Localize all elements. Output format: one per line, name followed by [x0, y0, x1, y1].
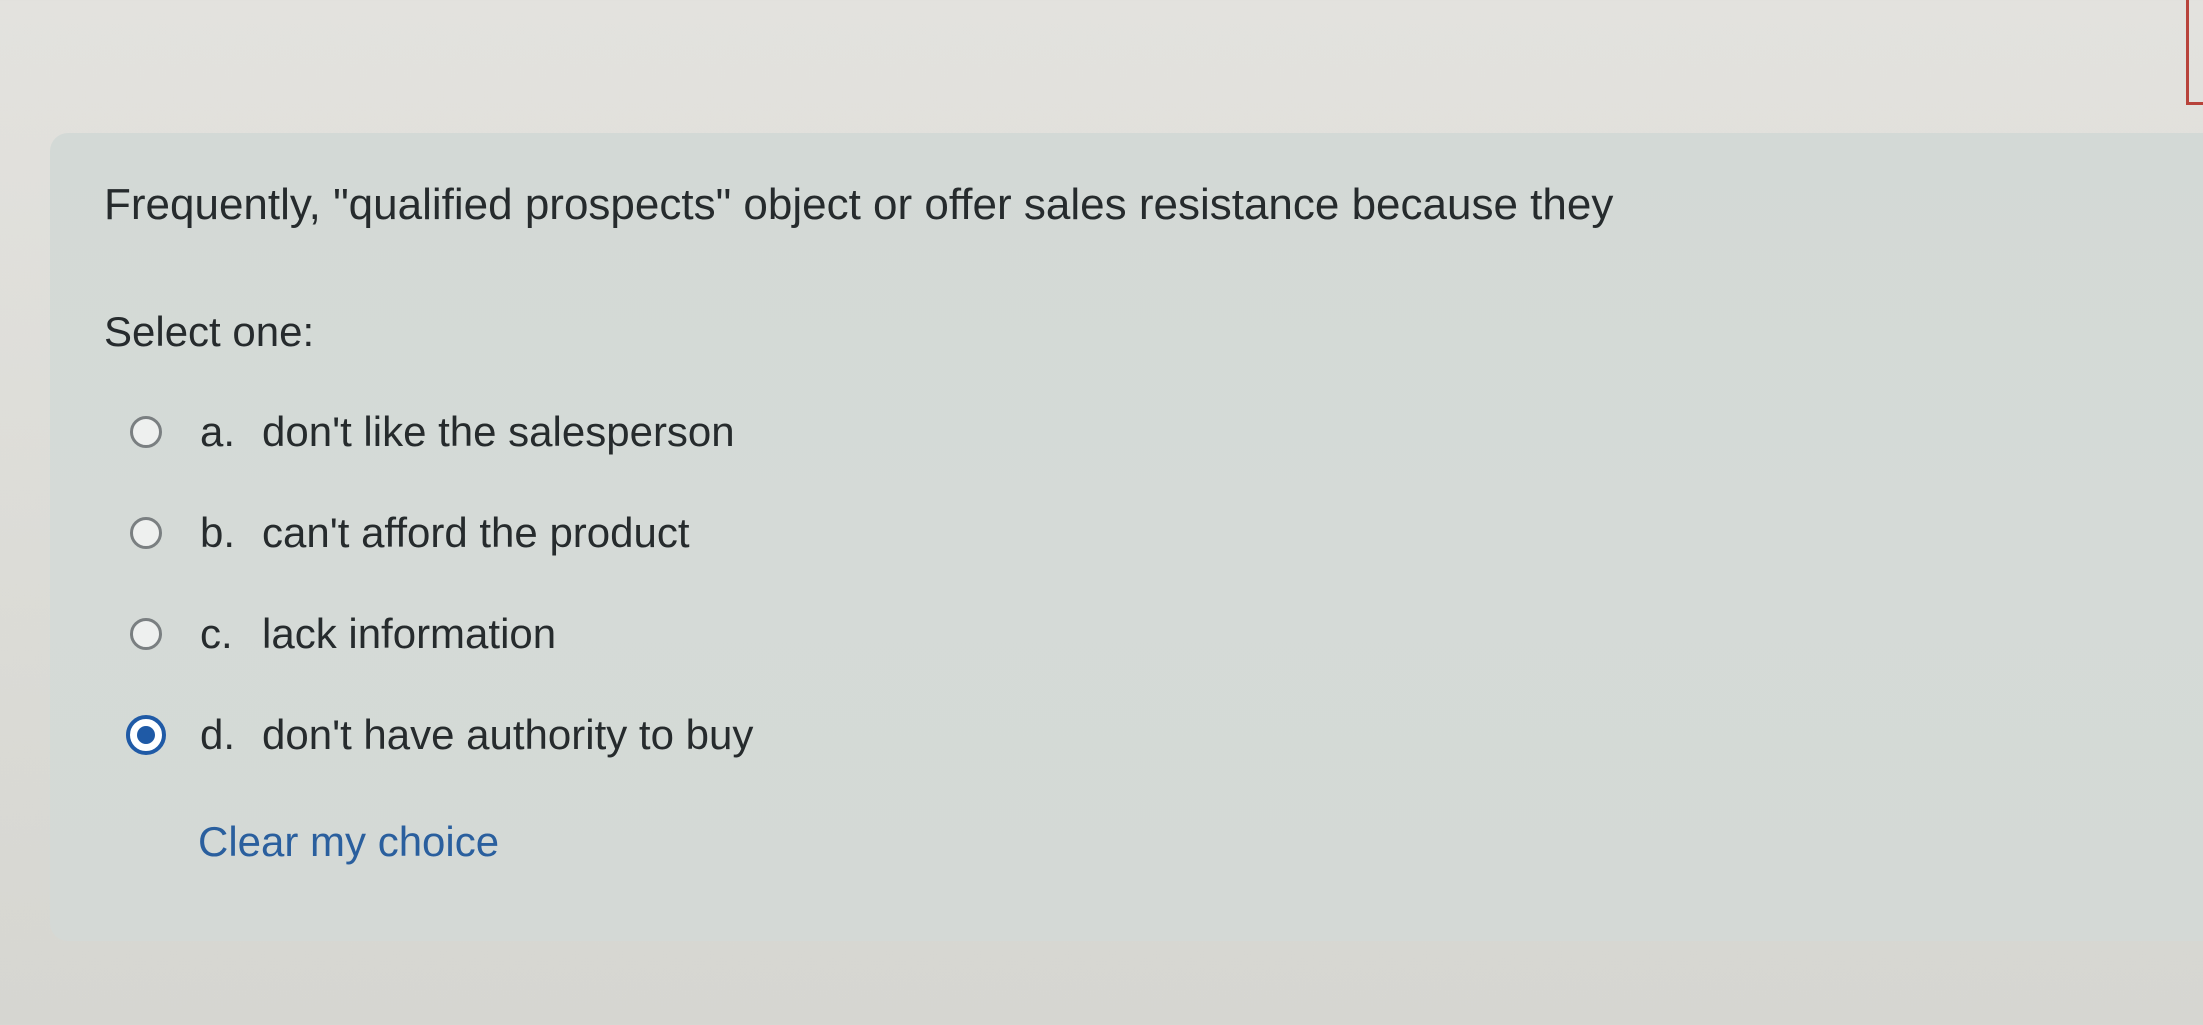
option-letter: c.	[200, 610, 233, 657]
option-label: don't like the salesperson	[262, 408, 735, 455]
radio-unchecked-icon[interactable]	[130, 517, 162, 549]
option-b[interactable]: b. can't afford the product	[130, 503, 690, 563]
radio-checked-icon[interactable]	[126, 715, 166, 755]
option-label: don't have authority to buy	[262, 711, 754, 758]
option-letter: a.	[200, 408, 236, 455]
option-letter: d.	[200, 711, 236, 758]
select-one-prompt: Select one:	[104, 308, 315, 355]
radio-unchecked-icon[interactable]	[130, 618, 162, 650]
option-label: can't afford the product	[262, 509, 690, 556]
option-c[interactable]: c. lack information	[130, 604, 556, 664]
clear-choice-link[interactable]: Clear my choice	[198, 818, 499, 866]
edge-border	[2186, 0, 2203, 105]
option-label: lack information	[262, 610, 557, 657]
option-d[interactable]: d. don't have authority to buy	[126, 705, 754, 765]
radio-unchecked-icon[interactable]	[130, 416, 162, 448]
radio-dot	[137, 726, 155, 744]
option-a[interactable]: a. don't like the salesperson	[130, 402, 735, 462]
question-text: Frequently, "qualified prospects" object…	[104, 180, 1614, 229]
option-letter: b.	[200, 509, 236, 556]
